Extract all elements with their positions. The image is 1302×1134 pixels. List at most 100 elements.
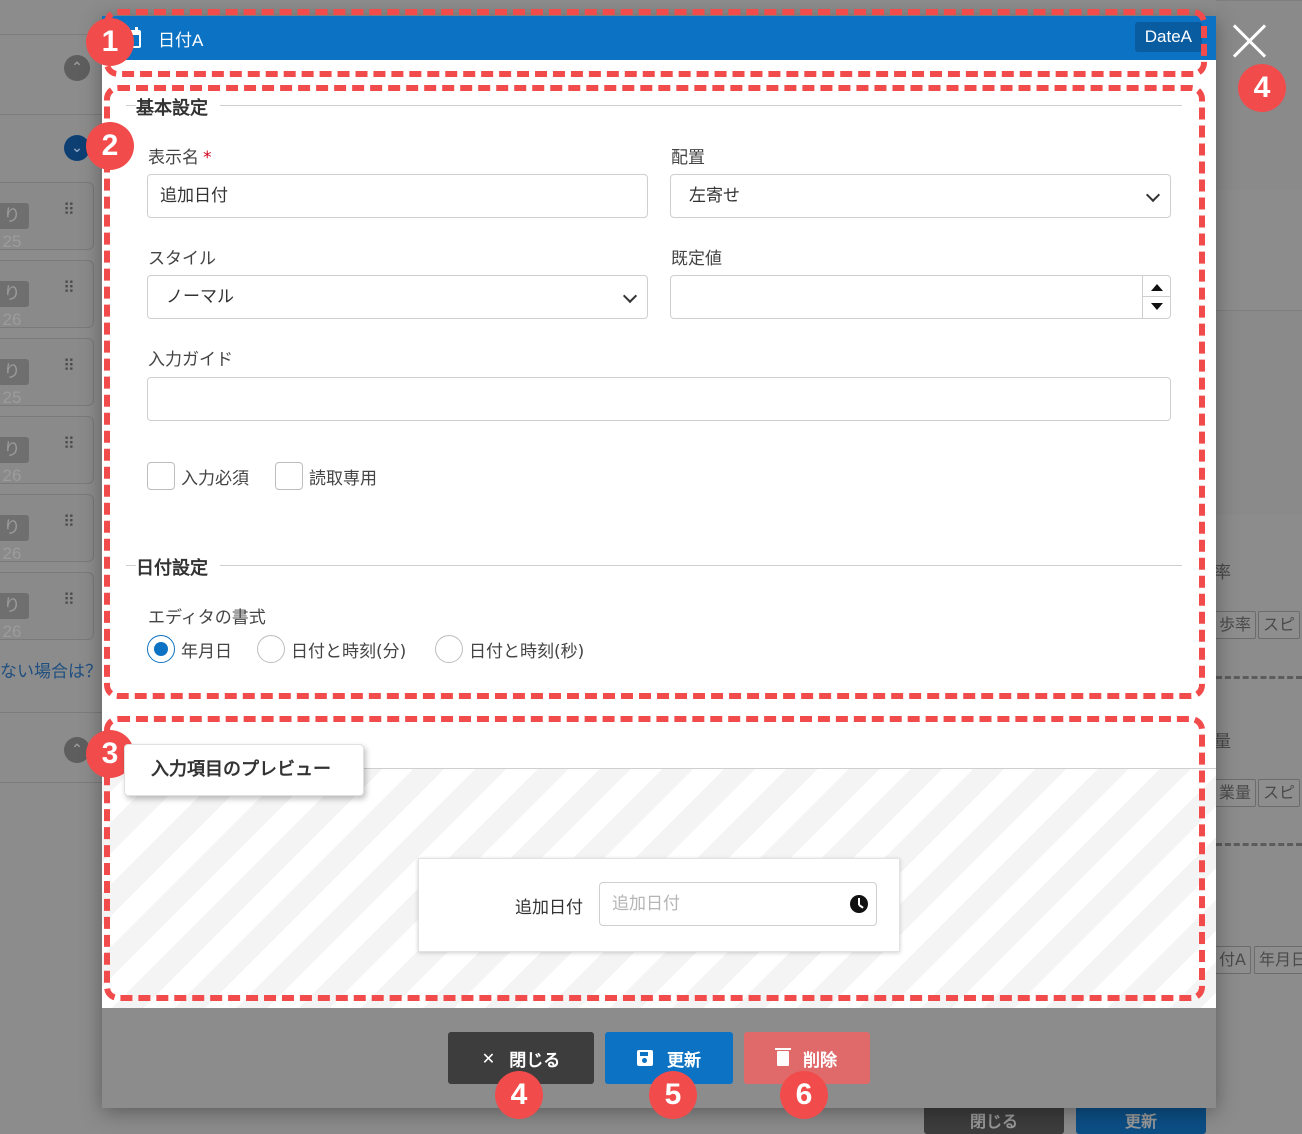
- background-chip: り 26: [0, 593, 29, 641]
- background-tag: 歩率: [1214, 611, 1257, 639]
- readonly-checkbox-label: 読取専用: [309, 468, 377, 489]
- style-select[interactable]: ノーマル: [147, 275, 648, 319]
- spin-down-icon[interactable]: [1151, 303, 1163, 310]
- background-divider: [1216, 843, 1302, 846]
- annotation-marker-6: 6: [780, 1071, 828, 1119]
- chevron-down-icon: [1145, 187, 1161, 203]
- clock-icon[interactable]: [850, 895, 868, 913]
- background-card: り 25 ⠿: [0, 182, 94, 251]
- background-right-column: 率 歩率 スピ 量 業量 スピ 付A 年月日: [1214, 0, 1302, 1134]
- background-tag: スピ: [1258, 779, 1301, 807]
- readonly-checkbox-row[interactable]: 読取専用: [275, 462, 377, 490]
- default-value-input[interactable]: [670, 275, 1171, 319]
- placement-select-value: 左寄せ: [689, 186, 740, 206]
- annotation-marker-4: 4: [495, 1071, 543, 1119]
- preview-field-label: 追加日付: [515, 898, 583, 918]
- close-button-label: 閉じる: [509, 1050, 561, 1071]
- spinner-divider: [1143, 296, 1170, 297]
- radio-datetime-min[interactable]: [257, 635, 285, 663]
- required-checkbox-row[interactable]: 入力必須: [147, 462, 249, 490]
- spin-up-icon[interactable]: [1151, 284, 1163, 291]
- required-checkbox-label: 入力必須: [181, 468, 249, 489]
- required-mark: *: [203, 148, 212, 168]
- drag-handle-icon: ⠿: [63, 434, 75, 453]
- background-tag: 業量: [1214, 779, 1257, 807]
- background-divider: [0, 782, 102, 783]
- drag-handle-icon: ⠿: [63, 356, 75, 375]
- background-card: り 26 ⠿: [0, 572, 94, 641]
- background-left-column: ⌃ ⌄ り 25 ⠿ り 26 ⠿ り 25 ⠿ り 26 ⠿ り 26 ⠿ り…: [0, 0, 102, 1134]
- background-chip: り 26: [0, 437, 29, 485]
- background-panel: [1216, 310, 1302, 515]
- annotation-marker-5: 5: [649, 1071, 697, 1119]
- input-guide-input[interactable]: [147, 377, 1171, 421]
- display-name-input[interactable]: 追加日付: [147, 174, 648, 218]
- format-option-datetime-sec[interactable]: 日付と時刻(秒): [435, 635, 584, 663]
- field-code-badge: DateA: [1134, 22, 1202, 52]
- format-option-ymd[interactable]: 年月日: [147, 635, 232, 663]
- close-icon: ✕: [481, 1048, 496, 1068]
- chevron-down-icon: [622, 288, 638, 304]
- input-guide-label: 入力ガイド: [148, 350, 233, 370]
- radio-ymd[interactable]: [147, 635, 175, 663]
- editor-format-label: エディタの書式: [148, 608, 266, 628]
- background-card: り 25 ⠿: [0, 338, 94, 407]
- style-label: スタイル: [148, 249, 216, 269]
- style-select-value: ノーマル: [166, 287, 234, 307]
- preview-tab: 入力項目のプレビュー: [124, 744, 364, 796]
- display-name-label: 表示名 *: [148, 143, 212, 168]
- delete-button-label: 削除: [803, 1050, 837, 1071]
- display-name-label-text: 表示名: [148, 148, 199, 168]
- basic-settings-title: 基本設定: [136, 94, 220, 120]
- placement-label: 配置: [671, 148, 705, 168]
- background-tag: 付A: [1214, 946, 1251, 974]
- background-text: 量: [1214, 732, 1231, 752]
- radio-datetime-sec[interactable]: [435, 635, 463, 663]
- drag-handle-icon: ⠿: [63, 512, 75, 531]
- required-checkbox[interactable]: [147, 462, 175, 490]
- background-divider: [0, 712, 102, 713]
- background-divider: [1216, 676, 1302, 679]
- preview-date-placeholder: 追加日付: [612, 894, 680, 914]
- drag-handle-icon: ⠿: [63, 278, 75, 297]
- readonly-checkbox[interactable]: [275, 462, 303, 490]
- preview-date-input[interactable]: 追加日付: [599, 882, 877, 926]
- background-chip: り 26: [0, 281, 29, 329]
- field-settings-dialog: 日付A DateA 基本設定 表示名 * 追加日付 配置 左寄せ スタイル ノーマ…: [102, 16, 1216, 1108]
- dialog-header: 日付A DateA: [102, 16, 1216, 60]
- number-spinner[interactable]: [1142, 276, 1170, 318]
- background-chip: り 25: [0, 203, 29, 251]
- annotation-marker-2: 2: [86, 122, 134, 170]
- annotation-marker-4: 4: [1238, 64, 1286, 112]
- collapse-icon: ⌃: [64, 55, 90, 81]
- format-option-datetime-min[interactable]: 日付と時刻(分): [257, 635, 406, 663]
- update-button-label: 更新: [667, 1050, 701, 1071]
- default-value-label: 既定値: [671, 249, 722, 269]
- drag-handle-icon: ⠿: [63, 590, 75, 609]
- drag-handle-icon: ⠿: [63, 200, 75, 219]
- background-card: り 26 ⠿: [0, 260, 94, 329]
- section-divider: [126, 105, 1182, 106]
- trash-icon: [775, 1047, 791, 1066]
- background-card: り 26 ⠿: [0, 416, 94, 485]
- placement-select[interactable]: 左寄せ: [670, 174, 1171, 218]
- preview-card: 追加日付 追加日付: [418, 858, 900, 952]
- radio-ymd-label: 年月日: [181, 641, 232, 662]
- background-close-button: 閉じる: [924, 1104, 1064, 1134]
- background-tag: スピ: [1258, 611, 1301, 639]
- background-tag: 年月日: [1254, 946, 1302, 974]
- background-text: 率: [1214, 563, 1231, 583]
- radio-datetime-min-label: 日付と時刻(分): [291, 641, 407, 662]
- close-x-icon[interactable]: [1230, 22, 1268, 60]
- background-chip: り 25: [0, 359, 29, 407]
- date-settings-title: 日付設定: [136, 554, 220, 580]
- background-card: り 26 ⠿: [0, 494, 94, 563]
- background-update-button: 更新: [1076, 1104, 1206, 1134]
- annotation-marker-1: 1: [86, 18, 134, 66]
- save-icon: [637, 1050, 653, 1066]
- help-link: ない場合は？: [0, 662, 102, 682]
- background-chip: り 26: [0, 515, 29, 563]
- dialog-title: 日付A: [158, 31, 204, 50]
- section-divider: [126, 565, 1182, 566]
- background-divider: [0, 114, 102, 115]
